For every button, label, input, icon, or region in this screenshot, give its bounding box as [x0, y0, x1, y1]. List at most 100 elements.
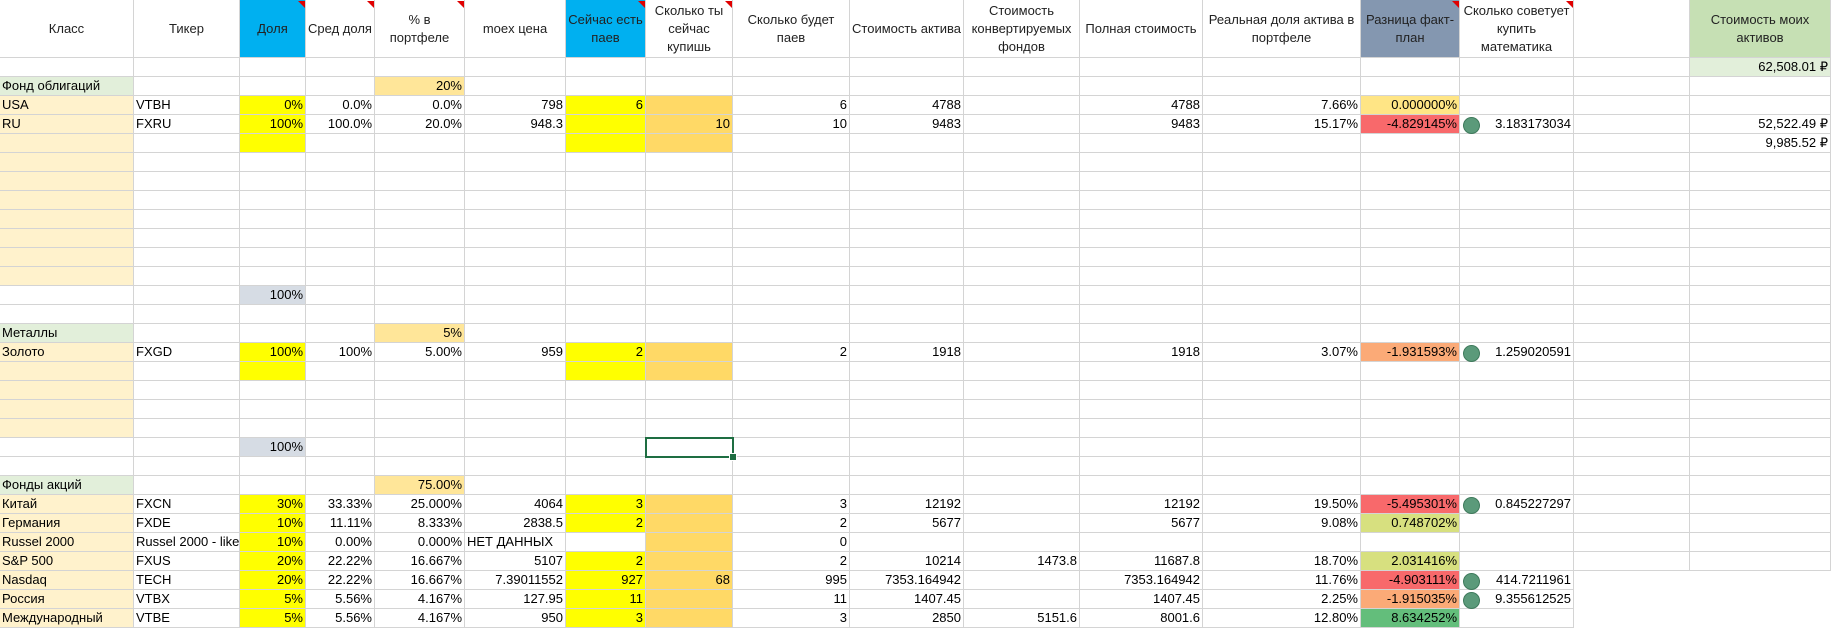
grid-cell[interactable]	[1203, 457, 1361, 476]
grid-cell[interactable]	[134, 58, 240, 77]
cell-conv[interactable]: 5151.6	[964, 609, 1080, 628]
grid-cell[interactable]	[465, 267, 566, 286]
grid-cell[interactable]	[850, 77, 964, 96]
grid-cell[interactable]	[850, 400, 964, 419]
grid-cell[interactable]	[646, 210, 733, 229]
grid-cell[interactable]	[1361, 362, 1460, 381]
grid-cell[interactable]	[646, 191, 733, 210]
grid-cell[interactable]	[850, 286, 964, 305]
cell-will[interactable]: 10	[733, 115, 850, 134]
class-fill[interactable]	[0, 267, 134, 286]
grid-cell[interactable]	[375, 172, 465, 191]
cell-full[interactable]: 5677	[1080, 514, 1203, 533]
cell-portf[interactable]: 4.167%	[375, 609, 465, 628]
cell-full[interactable]: 9483	[1080, 115, 1203, 134]
grid-cell[interactable]	[1361, 172, 1460, 191]
cell-buy[interactable]: 68	[646, 571, 733, 590]
grid-cell[interactable]	[1574, 457, 1690, 476]
grid-cell[interactable]	[1690, 552, 1831, 571]
grid-cell[interactable]	[733, 381, 850, 400]
cell-advice[interactable]	[1460, 96, 1574, 115]
header-full[interactable]: Полная стоимость	[1080, 0, 1203, 58]
header-now[interactable]: Сейчас есть паев	[566, 0, 646, 58]
grid-cell[interactable]	[1690, 381, 1831, 400]
grid-cell[interactable]	[1203, 153, 1361, 172]
grid-cell[interactable]	[306, 58, 375, 77]
grid-cell[interactable]	[375, 153, 465, 172]
cell-klass[interactable]: Россия	[0, 590, 134, 609]
cell-now[interactable]	[566, 533, 646, 552]
grid-cell[interactable]	[134, 305, 240, 324]
grid-cell[interactable]	[964, 267, 1080, 286]
cell-dolya[interactable]: 5%	[240, 609, 306, 628]
grid-cell[interactable]	[465, 362, 566, 381]
grid-cell[interactable]	[964, 305, 1080, 324]
cell-ticker[interactable]: FXDE	[134, 514, 240, 533]
grid-cell[interactable]	[850, 210, 964, 229]
cell-ticker[interactable]: FXRU	[134, 115, 240, 134]
grid-cell[interactable]	[964, 191, 1080, 210]
grid-cell[interactable]	[1080, 457, 1203, 476]
grid-cell[interactable]	[1574, 172, 1690, 191]
cell-moex[interactable]: 127.95	[465, 590, 566, 609]
section-pct-metals[interactable]: 5%	[375, 324, 465, 343]
grid-cell[interactable]	[465, 153, 566, 172]
grid-cell[interactable]	[1574, 438, 1690, 457]
cell-portf[interactable]: 25.000%	[375, 495, 465, 514]
cell-dolya[interactable]: 30%	[240, 495, 306, 514]
cell-now[interactable]: 2	[566, 552, 646, 571]
cell-cost[interactable]: 5677	[850, 514, 964, 533]
cell-conv[interactable]: 1473.8	[964, 552, 1080, 571]
grid-cell[interactable]	[1203, 286, 1361, 305]
grid-cell[interactable]	[850, 229, 964, 248]
grid-cell[interactable]	[1460, 362, 1574, 381]
header-advice[interactable]: Сколько советует купить математика	[1460, 0, 1574, 58]
grid-cell[interactable]	[1574, 267, 1690, 286]
grid-cell[interactable]	[1080, 324, 1203, 343]
grid-cell[interactable]	[733, 172, 850, 191]
cell-conv[interactable]	[964, 343, 1080, 362]
grid-cell[interactable]	[646, 305, 733, 324]
cell-buy[interactable]	[646, 495, 733, 514]
grid-cell[interactable]	[1690, 210, 1831, 229]
cell-dolya[interactable]: 20%	[240, 571, 306, 590]
grid-cell[interactable]	[306, 134, 375, 153]
grid-cell[interactable]	[0, 286, 134, 305]
grid-cell[interactable]	[566, 400, 646, 419]
cell-sred[interactable]: 5.56%	[306, 590, 375, 609]
grid-cell[interactable]	[240, 381, 306, 400]
header-klass[interactable]: Класс	[0, 0, 134, 58]
grid-cell[interactable]	[306, 172, 375, 191]
cell-real[interactable]: 19.50%	[1203, 495, 1361, 514]
class-fill[interactable]	[0, 191, 134, 210]
header-moex[interactable]: moex цена	[465, 0, 566, 58]
cell-dolya[interactable]: 0%	[240, 96, 306, 115]
grid-cell[interactable]	[306, 438, 375, 457]
grid-cell[interactable]	[306, 457, 375, 476]
cell-diff[interactable]: -1.931593%	[1361, 343, 1460, 362]
cell-advice[interactable]	[1460, 609, 1574, 628]
grid-cell[interactable]	[646, 229, 733, 248]
cell-moex[interactable]: 4064	[465, 495, 566, 514]
grid-cell[interactable]	[240, 248, 306, 267]
cell-dolya[interactable]: 100%	[240, 115, 306, 134]
grid-cell[interactable]	[646, 153, 733, 172]
class-fill[interactable]	[0, 134, 134, 153]
grid-cell[interactable]	[850, 191, 964, 210]
cell-buy[interactable]	[646, 609, 733, 628]
grid-cell[interactable]	[646, 419, 733, 438]
grid-cell[interactable]	[1690, 305, 1831, 324]
grid-cell[interactable]	[1574, 476, 1690, 495]
grid-cell[interactable]	[1361, 476, 1460, 495]
grid-cell[interactable]	[465, 210, 566, 229]
grid-cell[interactable]	[375, 286, 465, 305]
grid-cell[interactable]	[1574, 305, 1690, 324]
cell-will[interactable]: 3	[733, 609, 850, 628]
cell-cost[interactable]: 9483	[850, 115, 964, 134]
cell-buy[interactable]	[646, 343, 733, 362]
grid-cell[interactable]	[1574, 419, 1690, 438]
grid-cell[interactable]	[1690, 191, 1831, 210]
grid-cell[interactable]	[1203, 400, 1361, 419]
subtotal-value[interactable]: 52,522.49 ₽	[1690, 115, 1831, 134]
cell-klass[interactable]: Германия	[0, 514, 134, 533]
